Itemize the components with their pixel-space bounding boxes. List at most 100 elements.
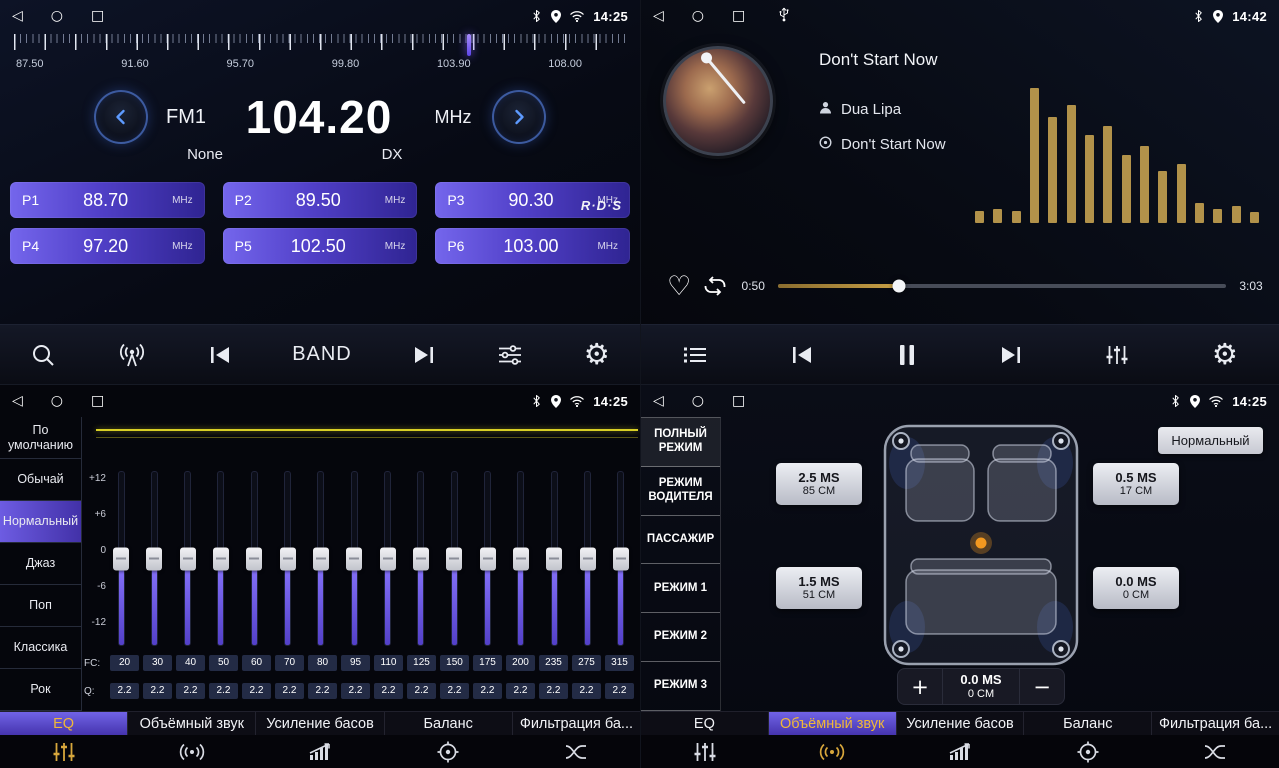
next-station-icon[interactable] — [412, 345, 436, 365]
eq-band-slider[interactable] — [243, 471, 265, 646]
next-track-icon[interactable] — [999, 345, 1023, 365]
bass-boost-icon[interactable] — [896, 735, 1024, 768]
repeat-button[interactable] — [702, 275, 728, 297]
tab-surround[interactable]: Объёмный звук — [769, 712, 897, 735]
tune-down-button[interactable] — [94, 90, 148, 144]
eq-band-slider[interactable] — [410, 471, 432, 646]
settings-gear-icon[interactable]: ⚙ — [1212, 340, 1238, 369]
preset-p4[interactable]: P497.20MHz — [10, 228, 205, 264]
surround-icon[interactable] — [128, 735, 256, 768]
mode-1[interactable]: РЕЖИМ 1 — [641, 564, 720, 613]
eq-slider-handle[interactable] — [246, 547, 262, 570]
delay-front-right-button[interactable]: 0.5 MS 17 CM — [1093, 463, 1179, 505]
mode-2[interactable]: РЕЖИМ 2 — [641, 613, 720, 662]
filter-icon[interactable] — [1151, 735, 1279, 768]
bass-boost-icon[interactable] — [256, 735, 384, 768]
back-icon[interactable]: ◁ — [12, 9, 23, 23]
settings-gear-icon[interactable]: ⚙ — [584, 340, 610, 369]
eq-preset-classic[interactable]: Классика — [0, 627, 81, 669]
eq-band-slider[interactable] — [477, 471, 499, 646]
eq-slider-handle[interactable] — [580, 547, 596, 570]
eq-sliders-icon[interactable] — [641, 735, 769, 768]
album-art[interactable] — [663, 46, 773, 156]
back-icon[interactable]: ◁ — [653, 9, 664, 23]
broadcast-seek-button[interactable] — [117, 342, 147, 368]
progress-bar[interactable] — [778, 284, 1226, 288]
eq-slider-handle[interactable] — [313, 547, 329, 570]
eq-slider-handle[interactable] — [413, 547, 429, 570]
balance-icon[interactable] — [1024, 735, 1152, 768]
home-icon[interactable]: ○ — [692, 9, 704, 23]
tab-eq[interactable]: EQ — [0, 712, 128, 735]
eq-slider-handle[interactable] — [146, 547, 162, 570]
eq-slider-handle[interactable] — [213, 547, 229, 570]
back-icon[interactable]: ◁ — [12, 394, 23, 408]
mode-passenger[interactable]: ПАССАЖИР — [641, 516, 720, 565]
mode-driver[interactable]: РЕЖИМ ВОДИТЕЛЯ — [641, 467, 720, 516]
recents-icon[interactable]: □ — [732, 394, 745, 408]
back-icon[interactable]: ◁ — [653, 394, 664, 408]
eq-band-slider[interactable] — [343, 471, 365, 646]
eq-slider-handle[interactable] — [546, 547, 562, 570]
delay-rear-left-button[interactable]: 1.5 MS 51 CM — [776, 567, 862, 609]
eq-slider-handle[interactable] — [380, 547, 396, 570]
band-button[interactable]: BAND — [292, 343, 352, 366]
eq-slider-handle[interactable] — [180, 547, 196, 570]
recents-icon[interactable]: □ — [732, 9, 745, 23]
tuner-scale[interactable]: 87.50 91.60 95.70 99.80 103.90 108.00 — [0, 34, 640, 76]
tab-eq[interactable]: EQ — [641, 712, 769, 735]
tab-balance[interactable]: Баланс — [385, 712, 513, 735]
surround-icon[interactable] — [769, 735, 897, 768]
mode-3[interactable]: РЕЖИМ 3 — [641, 662, 720, 711]
eq-faders-icon[interactable] — [1105, 344, 1129, 366]
preset-p1[interactable]: P188.70MHz — [10, 182, 205, 218]
eq-band-slider[interactable] — [177, 471, 199, 646]
delay-increase-button[interactable]: + — [898, 669, 942, 704]
recents-icon[interactable]: □ — [91, 9, 104, 23]
home-icon[interactable]: ○ — [692, 394, 704, 408]
eq-preset-rock[interactable]: Рок — [0, 669, 81, 711]
favorite-button[interactable]: ♡ — [667, 273, 691, 300]
eq-band-slider[interactable] — [110, 471, 132, 646]
delay-decrease-button[interactable]: − — [1020, 669, 1064, 704]
eq-band-slider[interactable] — [310, 471, 332, 646]
eq-band-slider[interactable] — [577, 471, 599, 646]
eq-slider-handle[interactable] — [280, 547, 296, 570]
eq-band-slider[interactable] — [210, 471, 232, 646]
delay-front-left-button[interactable]: 2.5 MS 85 CM — [776, 463, 862, 505]
preset-p2[interactable]: P289.50MHz — [223, 182, 418, 218]
eq-preset-normal[interactable]: Нормальный — [0, 501, 81, 543]
eq-preset-jazz[interactable]: Джаз — [0, 543, 81, 585]
tab-filter[interactable]: Фильтрация ба... — [513, 712, 640, 735]
preset-p6[interactable]: P6103.00MHz — [435, 228, 630, 264]
eq-band-slider[interactable] — [543, 471, 565, 646]
eq-slider-handle[interactable] — [113, 547, 129, 570]
tune-up-button[interactable] — [492, 90, 546, 144]
eq-band-slider[interactable] — [277, 471, 299, 646]
eq-band-slider[interactable] — [377, 471, 399, 646]
home-icon[interactable]: ○ — [51, 9, 63, 23]
tab-filter[interactable]: Фильтрация ба... — [1152, 712, 1279, 735]
tab-surround[interactable]: Объёмный звук — [128, 712, 256, 735]
eq-band-slider[interactable] — [610, 471, 632, 646]
eq-slider-handle[interactable] — [613, 547, 629, 570]
mode-full[interactable]: ПОЛНЫЙ РЕЖИМ — [641, 418, 720, 467]
eq-slider-handle[interactable] — [346, 547, 362, 570]
eq-slider-handle[interactable] — [446, 547, 462, 570]
eq-sliders-icon[interactable] — [0, 735, 128, 768]
pause-button[interactable] — [897, 343, 917, 367]
audio-settings-icon[interactable] — [497, 344, 523, 366]
eq-band-slider[interactable] — [443, 471, 465, 646]
eq-band-slider[interactable] — [510, 471, 532, 646]
filter-icon[interactable] — [512, 735, 640, 768]
delay-rear-right-button[interactable]: 0.0 MS 0 CM — [1093, 567, 1179, 609]
sound-preset-button[interactable]: Нормальный — [1158, 427, 1263, 454]
tab-bass-boost[interactable]: Усиление басов — [256, 712, 384, 735]
balance-icon[interactable] — [384, 735, 512, 768]
eq-band-slider[interactable] — [143, 471, 165, 646]
home-icon[interactable]: ○ — [51, 394, 63, 408]
tab-bass-boost[interactable]: Усиление басов — [897, 712, 1025, 735]
scan-button[interactable] — [30, 342, 56, 368]
eq-slider-handle[interactable] — [480, 547, 496, 570]
prev-station-icon[interactable] — [208, 345, 232, 365]
